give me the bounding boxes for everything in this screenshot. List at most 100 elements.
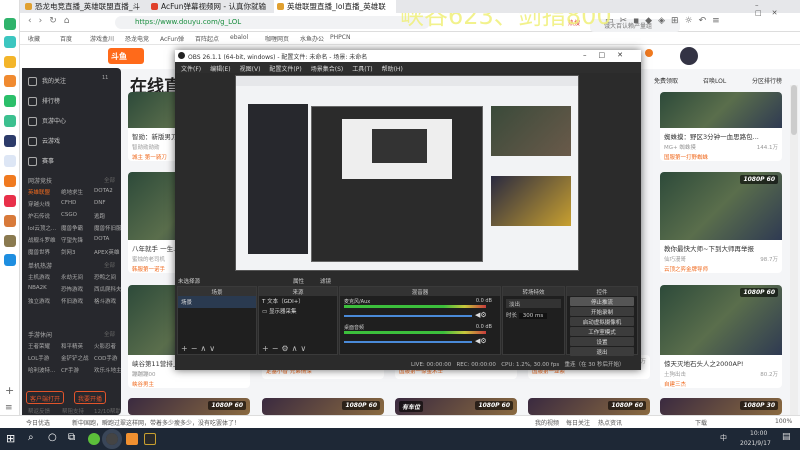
nav-section-more[interactable]: 全部 — [104, 330, 115, 338]
start-live-button[interactable]: 我要开播 — [74, 391, 107, 404]
stream-card[interactable]: 1080P 60 教你最快大师~下到大师再举报 仙巧漫哥 98.7万 云顶之弈金牌导师 — [660, 172, 782, 273]
exit-button[interactable]: 退出 — [570, 347, 634, 356]
hot-news[interactable]: 热点资讯 — [598, 418, 622, 427]
scrollbar[interactable] — [790, 85, 798, 415]
game-link[interactable]: 怀旧游戏 — [61, 297, 83, 305]
app-icon[interactable] — [4, 36, 16, 48]
game-link[interactable]: APEX英雄 — [94, 248, 119, 256]
daily-picks[interactable]: 今日优选 — [26, 418, 50, 427]
game-link[interactable]: 恐鸭之间 — [94, 273, 116, 281]
nav-follow[interactable]: 我的关注 — [28, 76, 66, 86]
game-link[interactable]: 绝地求生 — [61, 188, 83, 196]
client-open-button[interactable]: 客户端打开 — [26, 391, 65, 404]
stream-thumbnail[interactable] — [660, 92, 782, 128]
streamer-name[interactable]: MG+ 蜘蛛摸 — [664, 143, 696, 151]
nav-rank[interactable]: 排行榜 — [28, 96, 60, 106]
douyu-logo[interactable]: 斗鱼 — [108, 48, 144, 64]
stream-card[interactable]: 1080P 60 — [128, 398, 250, 415]
studio-mode-button[interactable]: 工作室模式 — [570, 327, 634, 336]
menu-icon[interactable]: ≡ — [5, 403, 13, 413]
app-icon[interactable] — [4, 56, 16, 68]
stream-thumbnail[interactable]: 1080P 60 — [660, 285, 782, 355]
bookmark[interactable]: 百度 — [60, 34, 72, 43]
app-icon[interactable] — [4, 155, 16, 167]
lol-taskbar-icon[interactable] — [144, 433, 156, 445]
game-link[interactable]: 哈利波特... — [28, 366, 55, 374]
cortana-icon[interactable]: ○ — [48, 432, 57, 443]
clock-time[interactable]: 10:00 — [750, 430, 767, 437]
game-link[interactable]: 剑网3 — [61, 248, 76, 256]
stream-card[interactable]: 1080P 60 有车位 — [395, 398, 517, 415]
game-link[interactable]: 永劫无间 — [61, 273, 83, 281]
tab-active[interactable]: 英雄联盟直播_lol直播_英雄联 — [274, 0, 396, 13]
obs-menu-item[interactable]: 工具(T) — [352, 66, 372, 73]
obs-menu-item[interactable]: 文件(F) — [181, 66, 201, 73]
my-videos[interactable]: 我的视频 — [535, 418, 559, 427]
volume-slider[interactable] — [344, 315, 472, 317]
game-link[interactable]: 魔兽争霸 — [61, 224, 83, 232]
stream-thumbnail[interactable]: 1080P 60 — [128, 398, 250, 415]
app-icon[interactable] — [4, 135, 16, 147]
source-item[interactable]: T 文本（GDI+） — [259, 296, 337, 306]
stream-thumbnail[interactable]: 1080P 60 有车位 — [395, 398, 517, 415]
game-link[interactable]: 逃跑 — [94, 212, 105, 220]
windows-start-icon[interactable]: ⊞ — [6, 432, 15, 445]
obs-window-controls[interactable]: –□✕ — [583, 51, 635, 59]
bookmark[interactable]: ebalol — [230, 34, 248, 41]
streamer-name[interactable]: 蹦蹦蹦00 — [132, 370, 156, 378]
stream-title[interactable]: 教你最快大师~下到大师再举报 — [660, 240, 782, 253]
game-link[interactable]: 穿越火线 — [28, 200, 50, 208]
game-link[interactable]: 恐怖游戏 — [61, 285, 83, 293]
source-item[interactable]: ▭ 显示器采集 — [259, 306, 337, 316]
streamer-name[interactable]: 仙巧漫哥 — [664, 255, 686, 263]
obs-menu-item[interactable]: 场景集合(S) — [311, 66, 344, 73]
game-link[interactable]: 守望先锋 — [61, 236, 83, 244]
duration-input[interactable]: 300 ms — [518, 313, 548, 319]
game-link[interactable]: 英雄联盟 — [28, 188, 50, 196]
toolbar-icons[interactable]: ▭✂▪◆◈⊞☼↶≡ — [605, 16, 726, 26]
obs-menu-item[interactable]: 编辑(E) — [210, 66, 230, 73]
streamer-name[interactable]: 智勋勋勋勋 — [132, 143, 160, 151]
nav-webgame[interactable]: 页游中心 — [28, 116, 66, 126]
obs-preview[interactable] — [235, 75, 579, 271]
speaker-gear-icon[interactable]: ◀⚙ — [475, 337, 487, 345]
game-link[interactable]: CSGO — [61, 212, 77, 218]
notification-icon[interactable] — [645, 49, 653, 57]
stream-card[interactable]: 1080P 60 — [262, 398, 384, 415]
stop-stream-button[interactable]: 停止推流 — [570, 297, 634, 306]
rank-link[interactable]: 分区排行榜 — [752, 76, 782, 85]
game-link[interactable]: 魔兽怀旧服 — [94, 224, 122, 232]
game-link[interactable]: 主机游戏 — [28, 273, 50, 281]
bookmark[interactable]: 水鱼办公 — [300, 34, 324, 43]
search-icon[interactable]: ⌕ — [28, 432, 34, 443]
start-recording-button[interactable]: 开始录制 — [570, 307, 634, 316]
game-link[interactable]: 和平精英 — [61, 342, 83, 350]
game-link[interactable]: DOTA — [94, 236, 109, 242]
notification-center-icon[interactable]: ▤ — [782, 432, 791, 442]
stream-card[interactable]: 1080P 60 惊天灭地石头人之2000AP! 土狗出击 80.2万 自建三杰 — [660, 285, 782, 388]
transition-select[interactable]: 淡出 — [506, 299, 561, 308]
clock-date[interactable]: 2021/9/17 — [740, 440, 771, 447]
scene-controls[interactable]: +−∧∨ — [181, 344, 218, 353]
app-icon[interactable] — [4, 95, 16, 107]
nav-section-more[interactable]: 全部 — [104, 261, 115, 269]
app-icon[interactable] — [4, 254, 16, 266]
nav-cloudgame[interactable]: 云游戏 — [28, 136, 60, 146]
browser-taskbar-icon[interactable] — [88, 433, 100, 445]
game-link[interactable]: CF手游 — [61, 366, 79, 374]
footer-link[interactable]: 帮返反馈 — [28, 407, 50, 415]
stream-card[interactable]: 1080P 60 — [528, 398, 650, 415]
stream-thumbnail[interactable]: 1080P 60 — [528, 398, 650, 415]
avatar[interactable] — [680, 47, 698, 65]
stream-thumbnail[interactable]: 1080P 60 — [660, 172, 782, 240]
app-icon[interactable] — [4, 115, 16, 127]
app-icon[interactable] — [4, 18, 16, 30]
game-link[interactable]: 格斗游戏 — [94, 297, 116, 305]
filters-button[interactable]: 滤镜 — [320, 277, 331, 285]
bookmark[interactable]: 游戏盒川 — [90, 34, 114, 43]
game-link[interactable]: DOTA2 — [94, 188, 113, 194]
nav-buttons[interactable]: ‹›↻⌂ — [28, 16, 76, 26]
game-link[interactable]: 金铲铲之战 — [61, 354, 89, 362]
window-controls[interactable]: –□✕ — [755, 1, 800, 17]
game-link[interactable]: 魔兽世界 — [28, 248, 50, 256]
